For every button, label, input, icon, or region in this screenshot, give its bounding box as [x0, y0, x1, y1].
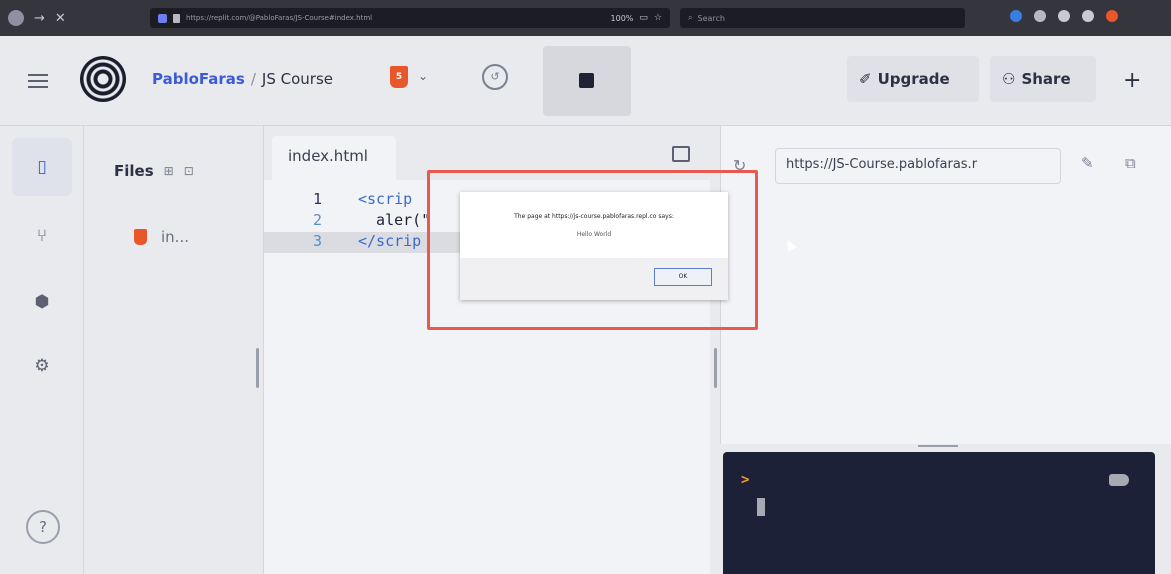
new-folder-icon[interactable]: ⊡	[184, 164, 194, 178]
chevron-down-icon[interactable]: ⌄	[418, 69, 428, 83]
extension-icon[interactable]	[1058, 10, 1070, 22]
browser-toolbar: → ✕ https://replit.com/@PabloFaras/JS-Co…	[0, 0, 1171, 36]
addon-icon[interactable]	[1106, 10, 1118, 22]
webview-toolbar: ↻ https://JS-Course.pablofaras.r ✎ ⧉	[721, 144, 1171, 188]
file-item[interactable]: in...	[134, 228, 189, 246]
html5-icon: 5	[390, 66, 408, 88]
breadcrumb: PabloFaras / JS Course	[152, 70, 333, 88]
sidebar-item-git[interactable]: ⑂	[24, 218, 60, 254]
clear-console-icon[interactable]	[1109, 474, 1129, 486]
gear-icon: ⚙	[34, 356, 50, 376]
line-text: </scrip	[358, 232, 422, 250]
app-header: PabloFaras / JS Course 5 ⌄ ↺ ✐ Upgrade ⚇…	[0, 36, 1171, 126]
breadcrumb-user[interactable]: PabloFaras	[152, 70, 245, 88]
new-file-icon[interactable]: ⊞	[164, 164, 174, 178]
git-icon: ⑂	[36, 226, 48, 246]
edit-icon[interactable]: ✎	[1081, 154, 1094, 172]
console-caret	[757, 498, 765, 516]
open-new-tab-icon[interactable]: ⧉	[1125, 154, 1136, 172]
line-text: <scrip	[358, 190, 413, 208]
library-icon[interactable]	[1034, 10, 1046, 22]
shield-icon	[158, 13, 167, 23]
console-prompt: >	[741, 472, 750, 488]
help-button[interactable]: ?	[26, 510, 60, 544]
download-icon[interactable]	[1010, 10, 1022, 22]
line-number: 1	[312, 190, 322, 208]
layout-icon[interactable]	[672, 146, 690, 162]
sidebar-item-settings[interactable]: ⚙	[24, 348, 60, 384]
lock-icon	[173, 13, 180, 23]
upgrade-button[interactable]: ✐ Upgrade	[847, 56, 979, 102]
settings-icon[interactable]	[1082, 10, 1094, 22]
sidebar: ▯ ⑂ ⬢ ⚙ ?	[0, 126, 84, 574]
replit-logo[interactable]	[80, 56, 126, 102]
address-bar[interactable]: https://replit.com/@PabloFaras/JS-Course…	[150, 8, 670, 28]
breadcrumb-project[interactable]: JS Course	[262, 70, 333, 88]
search-bar[interactable]: ⌕ Search	[680, 8, 965, 28]
users-icon: ⚇	[1002, 70, 1016, 88]
history-icon[interactable]: ↺	[482, 64, 508, 90]
files-title: Files	[114, 162, 154, 180]
bookmark-icon[interactable]: ☆	[654, 13, 662, 23]
browser-nav: → ✕	[0, 10, 140, 26]
files-header: Files ⊞ ⊡	[114, 162, 194, 180]
forward-icon[interactable]: →	[34, 11, 45, 26]
resize-handle[interactable]	[714, 348, 717, 388]
close-icon[interactable]: ✕	[55, 11, 66, 26]
resize-handle[interactable]	[256, 348, 259, 388]
stop-icon	[579, 73, 594, 88]
extension-icons	[1010, 10, 1118, 22]
sidebar-item-files[interactable]: ▯	[12, 138, 72, 196]
search-icon: ⌕	[688, 13, 693, 22]
sidebar-item-packages[interactable]: ⬢	[24, 284, 60, 320]
line-number: 3	[312, 232, 322, 250]
address-url[interactable]: https://replit.com/@PabloFaras/JS-Course…	[186, 14, 605, 22]
add-icon[interactable]: +	[1123, 68, 1141, 93]
menu-icon[interactable]	[28, 74, 48, 88]
html5-icon	[134, 229, 147, 245]
reader-icon[interactable]: ▭	[639, 13, 648, 23]
search-placeholder: Search	[697, 13, 725, 23]
stop-button[interactable]	[543, 46, 631, 116]
line-text: aler("	[358, 211, 431, 229]
file-tree: Files ⊞ ⊡ in...	[84, 126, 264, 574]
panel-splitter[interactable]	[720, 444, 1171, 452]
line-number: 2	[312, 211, 322, 229]
package-icon: ⬢	[34, 292, 50, 312]
share-label: Share	[1021, 70, 1071, 88]
firefox-icon	[8, 10, 24, 26]
breadcrumb-separator: /	[250, 70, 256, 88]
file-name: in...	[161, 228, 189, 246]
share-button[interactable]: ⚇ Share	[990, 56, 1096, 102]
console-panel[interactable]: >	[723, 452, 1155, 574]
file-icon: ▯	[37, 157, 47, 177]
tab-index-html[interactable]: index.html	[272, 136, 396, 180]
rocket-icon: ✐	[859, 70, 872, 88]
annotation-highlight	[427, 170, 758, 330]
zoom-level[interactable]: 100%	[611, 14, 634, 23]
webview-url[interactable]: https://JS-Course.pablofaras.r	[775, 148, 1061, 184]
upgrade-label: Upgrade	[877, 70, 950, 88]
webview-panel: ↻ https://JS-Course.pablofaras.r ✎ ⧉	[720, 126, 1171, 444]
